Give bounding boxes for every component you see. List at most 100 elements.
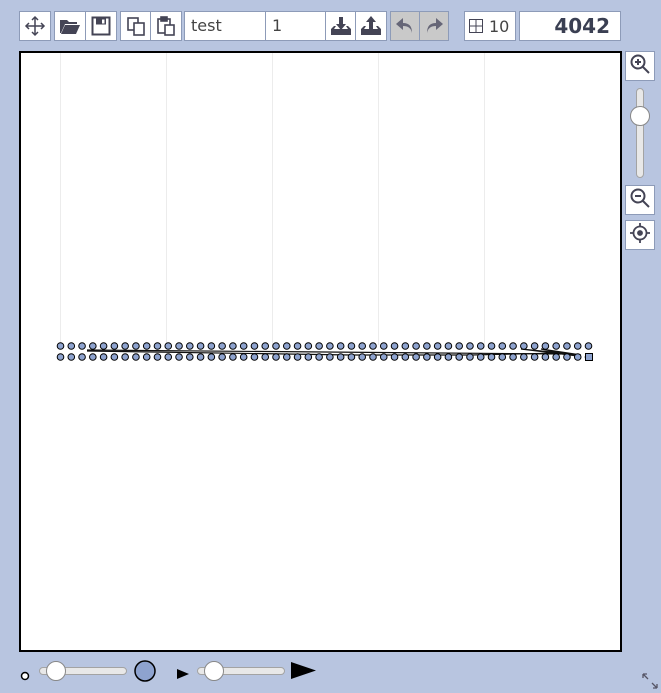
point bbox=[358, 342, 367, 350]
point bbox=[282, 342, 291, 350]
move-tool-button[interactable] bbox=[19, 11, 51, 41]
center-view-button[interactable] bbox=[625, 220, 655, 250]
zoom-out-button[interactable] bbox=[625, 185, 655, 215]
point bbox=[89, 353, 97, 361]
point bbox=[142, 342, 151, 350]
point bbox=[67, 353, 76, 361]
tray-download-icon bbox=[330, 15, 352, 37]
slow-speed-icon bbox=[177, 665, 190, 684]
zoom-slider-thumb[interactable] bbox=[630, 105, 650, 126]
point bbox=[552, 353, 560, 361]
point bbox=[315, 342, 323, 350]
drawing-canvas[interactable] bbox=[19, 51, 622, 652]
point bbox=[455, 342, 463, 350]
point bbox=[466, 353, 474, 361]
crosshair-icon bbox=[629, 222, 651, 248]
redo-button[interactable] bbox=[419, 11, 449, 41]
point bbox=[186, 342, 194, 350]
point bbox=[466, 342, 474, 350]
point bbox=[261, 342, 270, 350]
point bbox=[369, 353, 377, 361]
point bbox=[315, 353, 323, 361]
point bbox=[304, 342, 313, 350]
point bbox=[541, 353, 550, 361]
point bbox=[175, 342, 183, 350]
point bbox=[272, 342, 280, 350]
point bbox=[186, 353, 194, 361]
point bbox=[563, 353, 571, 361]
point bbox=[347, 353, 356, 361]
point bbox=[229, 342, 237, 350]
point-size-slider-thumb[interactable] bbox=[46, 661, 66, 681]
save-icon bbox=[91, 16, 111, 36]
point bbox=[153, 353, 162, 361]
point bbox=[390, 353, 399, 361]
point bbox=[56, 353, 65, 361]
copy-icon bbox=[125, 15, 147, 37]
point bbox=[379, 353, 388, 361]
undo-icon bbox=[395, 16, 415, 36]
point bbox=[121, 353, 129, 361]
resize-icon[interactable] bbox=[642, 673, 658, 693]
point bbox=[164, 342, 173, 350]
point bbox=[218, 342, 226, 350]
point bbox=[563, 342, 571, 350]
point bbox=[110, 342, 119, 350]
save-button[interactable] bbox=[85, 11, 117, 41]
name-input[interactable]: test bbox=[184, 11, 266, 41]
point bbox=[509, 342, 517, 350]
point bbox=[153, 342, 162, 350]
grid-size-control[interactable]: 10 bbox=[464, 11, 516, 41]
point bbox=[78, 353, 86, 361]
point bbox=[433, 353, 442, 361]
number-input[interactable]: 1 bbox=[265, 11, 326, 41]
drawing-surface[interactable] bbox=[21, 53, 620, 650]
point bbox=[250, 353, 259, 361]
point bbox=[99, 353, 108, 361]
point bbox=[455, 353, 463, 361]
point bbox=[487, 353, 496, 361]
point bbox=[261, 353, 270, 361]
move-icon bbox=[24, 15, 46, 37]
point bbox=[142, 353, 151, 361]
point bbox=[498, 342, 507, 350]
point-counter: 4042 bbox=[519, 11, 621, 41]
redo-icon bbox=[424, 16, 444, 36]
point bbox=[444, 342, 453, 350]
point bbox=[164, 353, 173, 361]
large-point-icon bbox=[133, 659, 157, 687]
point bbox=[530, 353, 539, 361]
export-button[interactable] bbox=[355, 11, 387, 41]
point bbox=[56, 342, 65, 350]
grid-size-value: 10 bbox=[489, 16, 510, 36]
speed-slider-thumb[interactable] bbox=[204, 661, 224, 681]
point bbox=[326, 353, 334, 361]
paste-icon bbox=[155, 15, 177, 37]
point bbox=[401, 342, 410, 350]
point bbox=[99, 342, 108, 350]
point bbox=[423, 353, 431, 361]
point bbox=[229, 353, 237, 361]
point bbox=[509, 353, 517, 361]
point bbox=[444, 353, 453, 361]
small-point-icon bbox=[20, 666, 30, 685]
point bbox=[412, 342, 420, 350]
folder-open-icon bbox=[59, 16, 81, 36]
zoom-slider[interactable] bbox=[636, 88, 644, 178]
open-button[interactable] bbox=[54, 11, 86, 41]
point bbox=[207, 342, 216, 350]
zoom-in-icon bbox=[629, 53, 651, 79]
point bbox=[250, 342, 259, 350]
point bbox=[530, 342, 539, 350]
end-point bbox=[585, 353, 593, 361]
paste-button[interactable] bbox=[150, 11, 182, 41]
point bbox=[282, 353, 291, 361]
point bbox=[573, 353, 582, 361]
zoom-in-button[interactable] bbox=[625, 51, 655, 81]
point bbox=[175, 353, 183, 361]
point bbox=[132, 342, 140, 350]
undo-button[interactable] bbox=[390, 11, 420, 41]
grid-icon bbox=[469, 19, 483, 33]
import-button[interactable] bbox=[325, 11, 357, 41]
copy-button[interactable] bbox=[120, 11, 152, 41]
